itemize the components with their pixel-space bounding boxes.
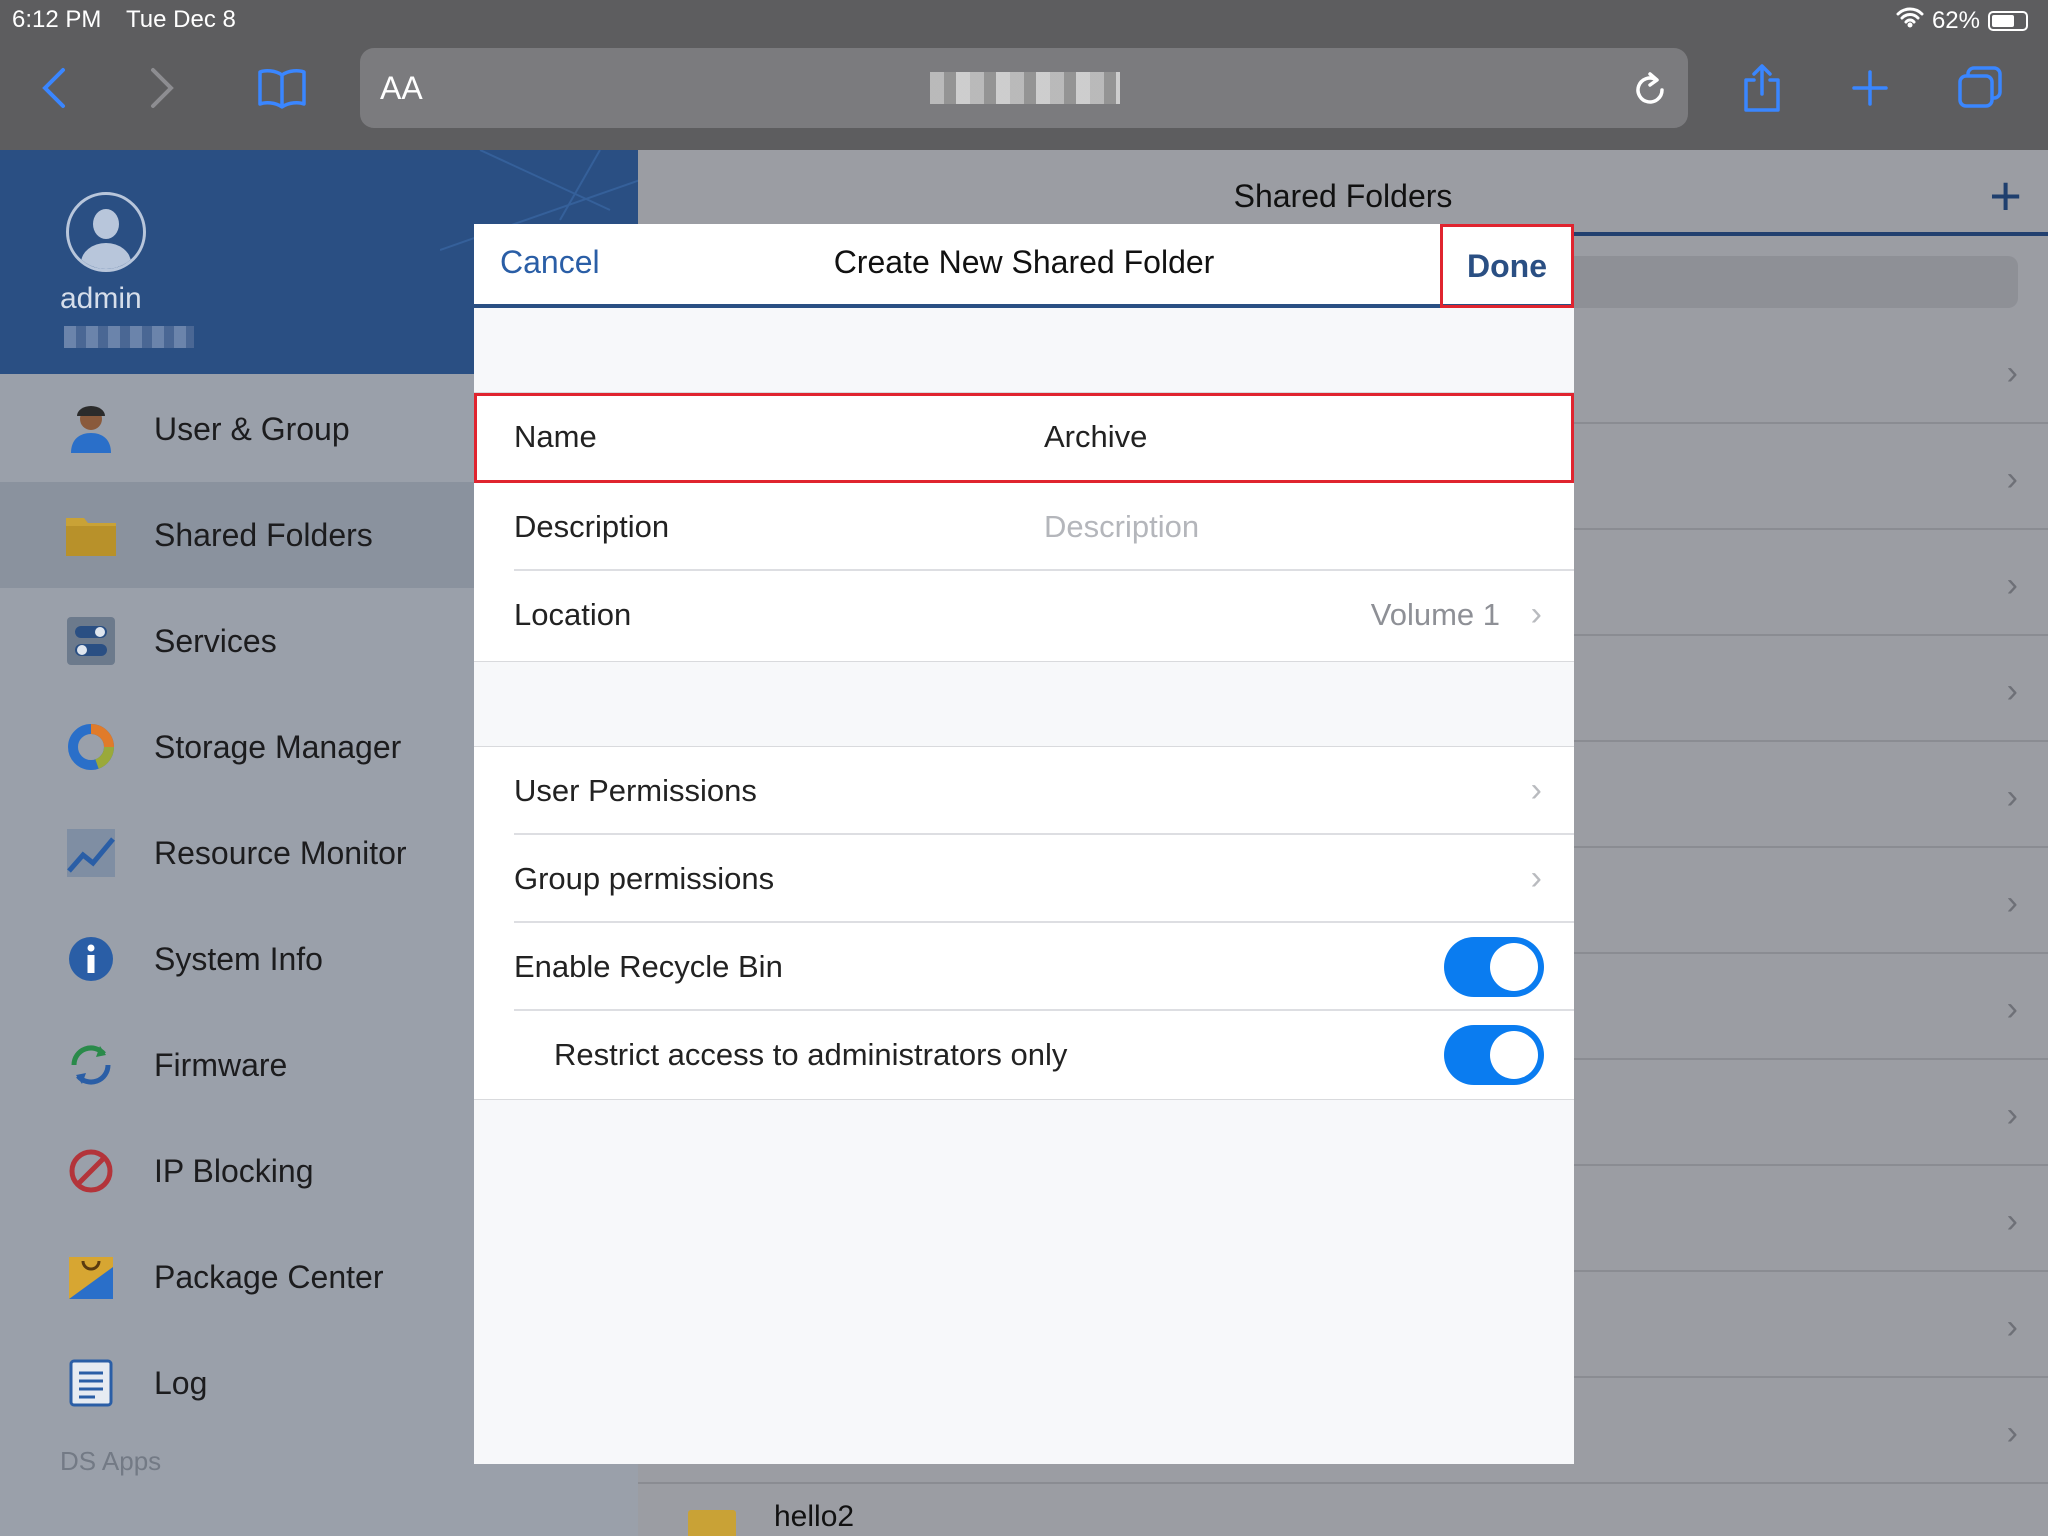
list-item-label[interactable]: hello2 xyxy=(774,1500,854,1534)
restrict-access-row: Restrict access to administrators only xyxy=(474,1011,1574,1099)
recycle-bin-label: Enable Recycle Bin xyxy=(514,949,783,984)
toggles-icon xyxy=(66,616,116,666)
user-permissions-row[interactable]: User Permissions › xyxy=(474,747,1574,835)
chevron-right-icon: › xyxy=(2006,566,2018,604)
name-row-highlight xyxy=(474,393,1574,483)
folder-icon xyxy=(66,510,116,560)
user-host-redacted xyxy=(64,326,194,348)
sidebar-item-label: Log xyxy=(154,1364,208,1401)
wifi-icon xyxy=(1896,6,1924,35)
bookmarks-icon[interactable] xyxy=(254,60,310,116)
location-label: Location xyxy=(514,597,632,632)
sidebar-item-label: Storage Manager xyxy=(154,728,402,765)
user-icon xyxy=(66,404,116,454)
log-icon xyxy=(66,1358,116,1408)
block-icon xyxy=(66,1146,116,1196)
folder-icon xyxy=(688,1510,736,1536)
page-title: Shared Folders xyxy=(1233,178,1453,214)
address-bar[interactable]: AA xyxy=(360,48,1688,128)
group-permissions-row[interactable]: Group permissions › xyxy=(474,835,1574,923)
browser-toolbar: 6:12 PM Tue Dec 8 62% AA xyxy=(0,0,2048,150)
sidebar-item-label: User & Group xyxy=(154,410,350,447)
chevron-right-icon: › xyxy=(2006,1414,2018,1452)
folder-details-group: Name Archive Description Description Loc… xyxy=(474,392,1574,662)
tabs-icon[interactable] xyxy=(1952,60,2008,116)
chevron-right-icon: › xyxy=(1530,595,1542,633)
battery-icon xyxy=(1988,10,2028,31)
sidebar-item-label: Firmware xyxy=(154,1046,288,1083)
sidebar-item-label: Shared Folders xyxy=(154,516,373,553)
chevron-right-icon: › xyxy=(2006,1096,2018,1134)
location-row[interactable]: Location Volume 1 › xyxy=(474,571,1574,661)
info-icon xyxy=(66,934,116,984)
dialog-header: Cancel Create New Shared Folder Done xyxy=(474,224,1574,308)
permissions-group: User Permissions › Group permissions › E… xyxy=(474,746,1574,1100)
description-label: Description xyxy=(514,509,670,544)
pie-icon xyxy=(66,722,116,772)
description-input[interactable]: Description xyxy=(1044,509,1199,545)
sidebar-item-label: System Info xyxy=(154,940,323,977)
sidebar-item-label: Services xyxy=(154,622,277,659)
chevron-right-icon: › xyxy=(2006,460,2018,498)
sidebar-section-ds-apps: DS Apps xyxy=(60,1446,162,1476)
done-button[interactable]: Done xyxy=(1440,224,1574,308)
restrict-access-toggle[interactable] xyxy=(1444,1025,1544,1085)
location-value: Volume 1 xyxy=(1370,597,1500,632)
refresh-icon xyxy=(66,1040,116,1090)
status-time: 6:12 PM xyxy=(12,6,102,33)
back-icon[interactable] xyxy=(26,60,82,116)
status-battery: 62% xyxy=(1896,6,2028,35)
chevron-right-icon: › xyxy=(2006,672,2018,710)
recycle-bin-row: Enable Recycle Bin xyxy=(474,923,1574,1011)
add-folder-button[interactable]: + xyxy=(1989,168,2022,224)
user-permissions-label: User Permissions xyxy=(514,773,757,808)
user-name: admin xyxy=(60,282,142,315)
url-redacted xyxy=(930,72,1120,104)
share-icon[interactable] xyxy=(1734,60,1790,116)
chevron-right-icon: › xyxy=(2006,354,2018,392)
battery-percent: 62% xyxy=(1931,6,1980,34)
chevron-right-icon: › xyxy=(1530,771,1542,809)
chevron-right-icon: › xyxy=(2006,884,2018,922)
line-chart-icon xyxy=(66,828,116,878)
new-tab-icon[interactable] xyxy=(1842,60,1898,116)
reload-icon[interactable] xyxy=(1632,68,1668,113)
name-row[interactable]: Name Archive xyxy=(474,393,1574,483)
sidebar-item-label: Resource Monitor xyxy=(154,834,407,871)
group-permissions-label: Group permissions xyxy=(514,861,775,896)
create-shared-folder-dialog: Cancel Create New Shared Folder Done Nam… xyxy=(474,224,1574,1464)
package-icon xyxy=(66,1252,116,1302)
chevron-right-icon: › xyxy=(1530,859,1542,897)
chevron-right-icon: › xyxy=(2006,1202,2018,1240)
sidebar-item-label: Package Center xyxy=(154,1258,384,1295)
sidebar-item-label: IP Blocking xyxy=(154,1152,314,1189)
chevron-right-icon: › xyxy=(2006,990,2018,1028)
chevron-right-icon: › xyxy=(2006,1308,2018,1346)
chevron-right-icon: › xyxy=(2006,778,2018,816)
restrict-access-label: Restrict access to administrators only xyxy=(554,1037,1068,1072)
forward-icon[interactable] xyxy=(134,60,190,116)
dialog-title: Create New Shared Folder xyxy=(833,244,1215,280)
status-date: Tue Dec 8 xyxy=(126,6,236,33)
description-row[interactable]: Description Description xyxy=(474,483,1574,571)
avatar[interactable] xyxy=(66,192,146,272)
text-size-button[interactable]: AA xyxy=(380,70,423,107)
recycle-bin-toggle[interactable] xyxy=(1444,937,1544,997)
